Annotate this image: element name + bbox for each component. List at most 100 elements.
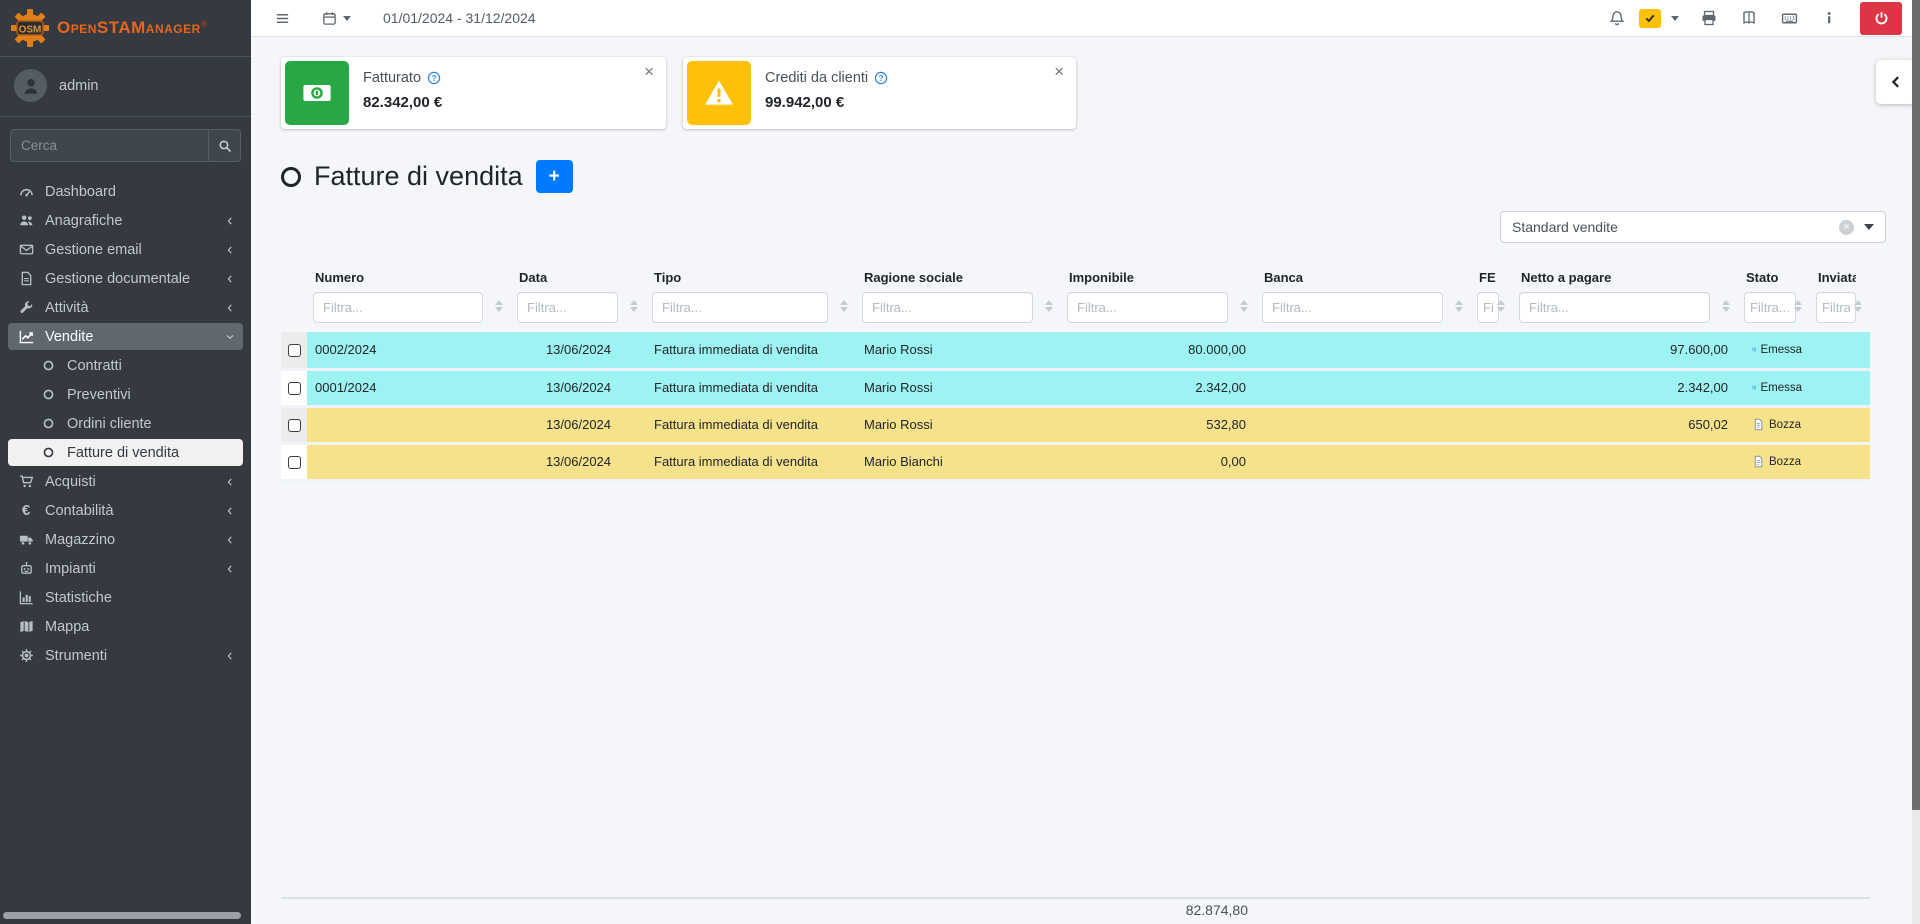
money-bill-icon: [285, 61, 349, 125]
table-row[interactable]: 0002/2024 13/06/2024 Fattura immediata d…: [281, 332, 1870, 369]
sort-toggle[interactable]: [1240, 300, 1248, 312]
right-panel-toggle-button[interactable]: [1876, 60, 1916, 104]
brand[interactable]: OSM OpenSTAManager®: [0, 0, 251, 57]
sort-toggle[interactable]: [1854, 300, 1862, 312]
sort-toggle[interactable]: [495, 300, 503, 312]
sort-toggle[interactable]: [1045, 300, 1053, 312]
map-icon: [16, 619, 36, 634]
robot-icon: [16, 561, 36, 576]
sidebar-horizontal-scrollbar[interactable]: [3, 912, 241, 919]
table-row[interactable]: 13/06/2024 Fattura immediata di vendita …: [281, 443, 1870, 480]
row-checkbox[interactable]: [288, 382, 301, 395]
period-date-range[interactable]: 01/01/2024 - 31/12/2024: [383, 10, 536, 26]
filter-numero-input[interactable]: [313, 292, 483, 323]
chevron-left-icon: [225, 216, 235, 226]
sidebar-item-label: Anagrafiche: [45, 213, 122, 229]
row-checkbox[interactable]: [288, 344, 301, 357]
info-button[interactable]: [1814, 11, 1844, 25]
sidebar-item-impianti[interactable]: Impianti: [8, 555, 243, 582]
caret-down-icon[interactable]: [1671, 16, 1679, 21]
print-template-select[interactable]: Standard vendite ×: [1500, 211, 1886, 243]
widget-fatturato[interactable]: Fatturato ? 82.342,00 € ×: [281, 57, 666, 129]
sort-toggle[interactable]: [1497, 300, 1505, 312]
filter-data-input[interactable]: [517, 292, 618, 323]
osm-gear-logo-icon: OSM: [10, 8, 50, 48]
shortcuts-button[interactable]: [1773, 10, 1806, 27]
sidebar-item-preventivi[interactable]: Preventivi: [8, 381, 243, 408]
module-circle-icon: [281, 167, 301, 187]
clock-icon: [1752, 381, 1756, 394]
sidebar-item-ordini-cliente[interactable]: Ordini cliente: [8, 410, 243, 437]
column-stato: Stato: [1738, 270, 1810, 332]
cell-inviata: [1810, 332, 1870, 369]
help-question-icon[interactable]: ?: [427, 71, 441, 85]
sidebar-item-contratti[interactable]: Contratti: [8, 352, 243, 379]
close-icon[interactable]: ×: [1054, 63, 1064, 80]
cell-banca: [1256, 332, 1471, 369]
print-button[interactable]: [1693, 10, 1725, 26]
book-icon: [1741, 10, 1757, 26]
sidebar-item-magazzino[interactable]: Magazzino: [8, 526, 243, 553]
sidebar-item-vendite[interactable]: Vendite: [8, 323, 243, 350]
sidebar-item-strumenti[interactable]: Strumenti: [8, 642, 243, 669]
sidebar-nav: Dashboard Anagrafiche Gestione email Ges…: [0, 172, 251, 669]
logout-button[interactable]: [1860, 2, 1902, 35]
cell-imponibile: 80.000,00: [1061, 332, 1256, 369]
filter-inviata-input[interactable]: [1816, 292, 1856, 323]
table-row[interactable]: 13/06/2024 Fattura immediata di vendita …: [281, 406, 1870, 443]
table-row[interactable]: 0001/2024 13/06/2024 Fattura immediata d…: [281, 369, 1870, 406]
cell-netto: 650,02: [1513, 406, 1738, 443]
filter-tipo-input[interactable]: [652, 292, 828, 323]
sidebar-item-gestione-email[interactable]: Gestione email: [8, 236, 243, 263]
sidebar-item-dashboard[interactable]: Dashboard: [8, 178, 243, 205]
notifications-button[interactable]: [1603, 10, 1631, 26]
sort-toggle[interactable]: [1794, 300, 1802, 312]
sidebar-item-mappa[interactable]: Mappa: [8, 613, 243, 640]
row-checkbox[interactable]: [288, 456, 301, 469]
chevron-down-icon: [225, 332, 235, 342]
filter-fe-input[interactable]: [1477, 292, 1499, 323]
sidebar-item-gestione-documentale[interactable]: Gestione documentale: [8, 265, 243, 292]
user-panel[interactable]: admin: [0, 57, 251, 117]
svg-text:?: ?: [432, 74, 437, 83]
sort-toggle[interactable]: [1722, 300, 1730, 312]
sort-toggle[interactable]: [840, 300, 848, 312]
sidebar: OSM OpenSTAManager® admin Dashboard Anag…: [0, 0, 251, 924]
close-icon[interactable]: ×: [644, 63, 654, 80]
scrollbar-track[interactable]: [1912, 810, 1920, 924]
sidebar-item-label: Contabilità: [45, 503, 114, 519]
gear-icon: [16, 648, 36, 663]
row-checkbox[interactable]: [288, 419, 301, 432]
search-input[interactable]: [10, 129, 208, 162]
widget-title: Crediti da clienti: [765, 70, 868, 86]
sort-toggle[interactable]: [1455, 300, 1463, 312]
sidebar-item-statistiche[interactable]: Statistiche: [8, 584, 243, 611]
search-button[interactable]: [208, 129, 241, 162]
sidebar-item-anagrafiche[interactable]: Anagrafiche: [8, 207, 243, 234]
filter-banca-input[interactable]: [1262, 292, 1443, 323]
filter-ragione-sociale-input[interactable]: [862, 292, 1033, 323]
sidebar-item-acquisti[interactable]: Acquisti: [8, 468, 243, 495]
clear-selection-icon[interactable]: ×: [1839, 220, 1854, 235]
vertical-scrollbar[interactable]: [1912, 0, 1920, 810]
add-record-button[interactable]: +: [536, 160, 573, 193]
sidebar-item-fatture-di-vendita[interactable]: Fatture di vendita: [8, 439, 243, 466]
calendar-button[interactable]: [312, 0, 361, 36]
sort-toggle[interactable]: [630, 300, 638, 312]
widget-crediti-da-clienti[interactable]: Crediti da clienti ? 99.942,00 € ×: [683, 57, 1076, 129]
check-icon: [1644, 12, 1656, 24]
todo-button[interactable]: [1639, 9, 1661, 28]
sidebar-item-attivita[interactable]: Attività: [8, 294, 243, 321]
filter-netto-input[interactable]: [1519, 292, 1710, 323]
help-question-icon[interactable]: ?: [874, 71, 888, 85]
filter-stato-input[interactable]: [1744, 292, 1796, 323]
keyboard-icon: [1781, 10, 1798, 27]
cell-ragione-sociale: Mario Rossi: [856, 332, 1061, 369]
sidebar-toggle-button[interactable]: [265, 0, 300, 36]
sidebar-item-label: Impianti: [45, 561, 96, 577]
column-inviata: Inviata: [1810, 270, 1870, 332]
sidebar-item-contabilita[interactable]: € Contabilità: [8, 497, 243, 524]
column-label: FE: [1479, 270, 1499, 285]
docs-button[interactable]: [1733, 10, 1765, 26]
filter-imponibile-input[interactable]: [1067, 292, 1228, 323]
